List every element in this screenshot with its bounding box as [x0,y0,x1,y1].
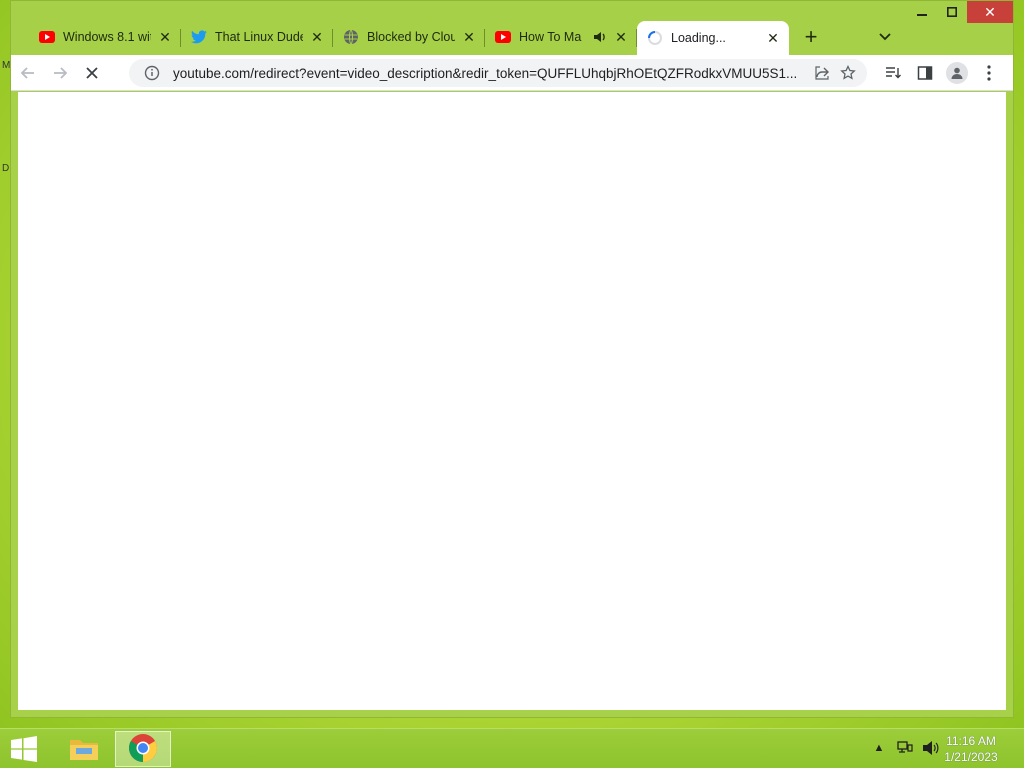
tab-that-linux-dude[interactable]: That Linux Dude ✕ [181,21,333,53]
title-bar: Windows 8.1 wit ✕ That Linux Dude ✕ Bloc… [11,1,1013,55]
tab-windows-8-1[interactable]: Windows 8.1 wit ✕ [29,21,181,53]
window-controls: ✕ [907,1,1013,23]
youtube-icon [495,29,511,45]
profile-avatar[interactable] [941,59,973,87]
tab-title: How To Ma [519,30,582,44]
tab-title: Blocked by Clou [367,30,455,44]
site-info-icon[interactable] [139,60,165,86]
bookmark-star-icon[interactable] [835,60,861,86]
address-bar[interactable]: youtube.com/redirect?event=video_descrip… [129,59,867,87]
chrome-icon [128,733,158,766]
close-icon[interactable]: ✕ [613,29,629,45]
toolbar-right [877,59,1005,87]
taskbar-file-explorer[interactable] [56,731,112,767]
url-text[interactable]: youtube.com/redirect?event=video_descrip… [173,66,809,81]
minimize-button[interactable] [907,1,937,23]
loading-spinner-icon [647,30,663,46]
twitter-icon [191,29,207,45]
maximize-button[interactable] [937,1,967,23]
new-tab-button[interactable]: + [795,21,827,53]
speaker-icon[interactable] [593,30,607,44]
tab-loading[interactable]: Loading... ✕ [637,21,789,55]
taskbar-chrome[interactable] [115,731,171,767]
close-icon[interactable]: ✕ [461,29,477,45]
tab-search-chevron-icon[interactable] [873,27,897,47]
tab-strip: Windows 8.1 wit ✕ That Linux Dude ✕ Bloc… [29,21,827,55]
tab-title: Windows 8.1 wit [63,30,151,44]
show-hidden-icons-icon[interactable]: ▲ [870,739,888,757]
close-icon[interactable]: ✕ [157,29,173,45]
forward-button[interactable] [45,58,75,88]
tab-blocked-by-cloudflare[interactable]: Blocked by Clou ✕ [333,21,485,53]
windows-logo-icon [11,736,37,762]
back-button[interactable] [13,58,43,88]
system-tray: ▲ [870,739,940,757]
close-icon[interactable]: ✕ [765,30,781,46]
youtube-icon [39,29,55,45]
taskbar: ▲ 11:16 AM 1/21/2023 [0,728,1024,768]
desktop-icon-label-fragment: D [2,163,10,174]
chrome-window: Windows 8.1 wit ✕ That Linux Dude ✕ Bloc… [10,0,1014,718]
person-icon [946,62,968,84]
tab-title: Loading... [671,31,726,45]
clock-time: 11:16 AM [946,734,996,748]
share-icon[interactable] [809,60,835,86]
start-button[interactable] [8,735,40,763]
stop-loading-button[interactable] [77,58,107,88]
clock-date: 1/21/2023 [944,750,998,764]
window-close-button[interactable]: ✕ [967,1,1013,23]
close-icon[interactable]: ✕ [309,29,325,45]
tab-how-to-make[interactable]: How To Ma ✕ [485,21,637,53]
tab-title: That Linux Dude [215,30,303,44]
globe-icon [343,29,359,45]
browser-toolbar: youtube.com/redirect?event=video_descrip… [11,55,1013,91]
folder-icon [68,734,100,765]
network-icon[interactable] [896,739,914,757]
reading-list-icon[interactable] [877,59,909,87]
more-menu-icon[interactable] [973,59,1005,87]
side-panel-icon[interactable] [909,59,941,87]
page-content-blank[interactable] [18,92,1006,710]
clock[interactable]: 11:16 AM 1/21/2023 [936,733,1006,765]
